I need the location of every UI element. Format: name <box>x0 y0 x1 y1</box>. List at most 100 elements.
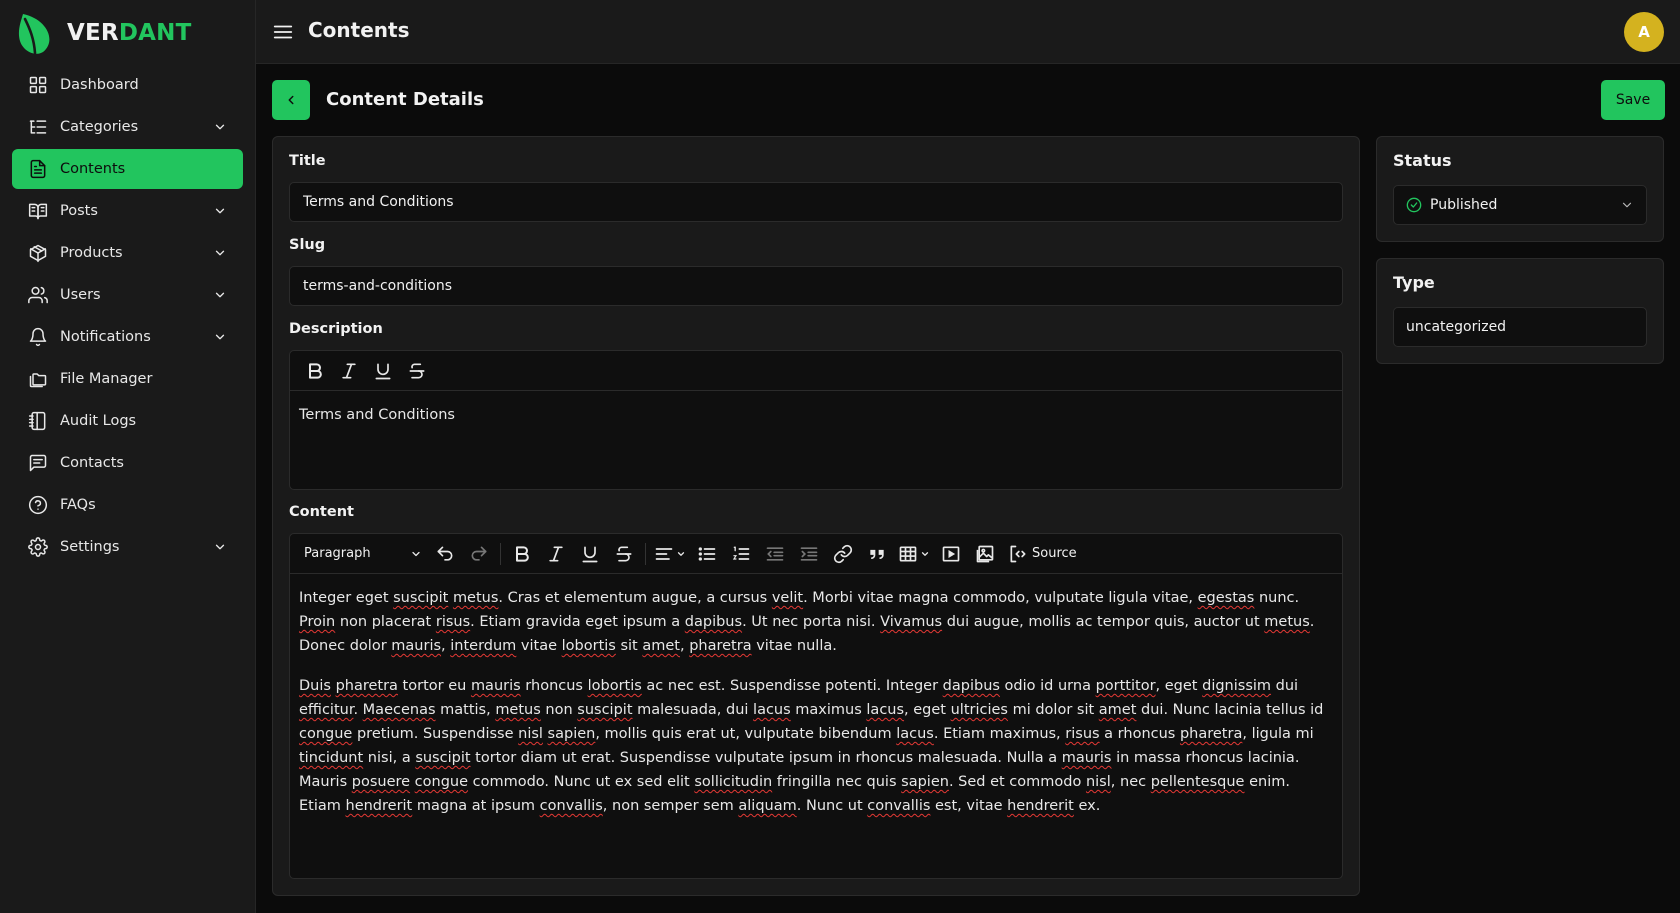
underline-button[interactable] <box>573 537 607 571</box>
content-text[interactable]: Integer eget suscipit metus. Cras et ele… <box>290 574 1342 846</box>
sidebar-item-label: Audit Logs <box>60 413 137 429</box>
align-left-icon <box>655 547 673 560</box>
back-button[interactable] <box>272 80 310 120</box>
undo-button[interactable] <box>428 537 462 571</box>
avatar[interactable]: A <box>1624 12 1664 52</box>
book-open-icon <box>28 203 48 220</box>
sidebar-item-label: Categories <box>60 119 139 135</box>
menu-icon[interactable] <box>272 21 294 43</box>
sidebar-item-categories[interactable]: Categories <box>12 107 243 147</box>
content-form-card: Title Slug Description Terms and Conditi… <box>272 136 1360 896</box>
indent-button[interactable] <box>792 537 826 571</box>
numbered-list-button[interactable] <box>724 537 758 571</box>
strikethrough-button[interactable] <box>400 354 434 388</box>
type-label: Type <box>1393 273 1435 292</box>
sidebar-item-label: Products <box>60 245 123 261</box>
insert-image-button[interactable] <box>968 537 1002 571</box>
bulleted-list-button[interactable] <box>690 537 724 571</box>
outdent-button[interactable] <box>758 537 792 571</box>
gear-icon <box>28 537 48 557</box>
sidebar-item-faqs[interactable]: FAQs <box>12 485 243 525</box>
file-text-icon <box>30 159 46 179</box>
align-dropdown[interactable] <box>650 544 690 564</box>
video-icon <box>942 546 960 561</box>
description-label: Description <box>289 321 383 337</box>
sidebar: VERDANT Dashboard Categories Contents Posts… <box>0 0 256 913</box>
table-dropdown[interactable] <box>894 544 934 564</box>
sidebar-item-label: FAQs <box>60 497 96 513</box>
content-toolbar: Paragraph Source <box>290 534 1342 574</box>
strikethrough-button[interactable] <box>607 537 641 571</box>
save-button[interactable]: Save <box>1601 80 1665 120</box>
sidebar-item-posts[interactable]: Posts <box>12 191 243 231</box>
italic-icon <box>549 546 563 561</box>
description-text[interactable]: Terms and Conditions <box>290 391 1342 439</box>
media-embed-button[interactable] <box>934 537 968 571</box>
type-card: Type <box>1376 258 1664 364</box>
paragraph-style-dropdown[interactable]: Paragraph <box>298 539 428 569</box>
chevron-down-icon <box>215 208 225 214</box>
sidebar-item-contacts[interactable]: Contacts <box>12 443 243 483</box>
link-button[interactable] <box>826 537 860 571</box>
sidebar-item-notifications[interactable]: Notifications <box>12 317 243 357</box>
sidebar-item-label: File Manager <box>60 371 153 387</box>
title-input[interactable] <box>289 182 1343 222</box>
sidebar-item-settings[interactable]: Settings <box>12 527 243 567</box>
sidebar-nav: Dashboard Categories Contents Posts Products… <box>12 65 243 569</box>
source-code-icon <box>1010 545 1026 562</box>
chevron-down-icon <box>921 551 929 556</box>
sidebar-item-file-manager[interactable]: File Manager <box>12 359 243 399</box>
help-circle-icon <box>28 495 48 515</box>
top-bar: Contents A <box>256 0 1680 64</box>
italic-button[interactable] <box>539 537 573 571</box>
sidebar-item-contents[interactable]: Contents <box>12 149 243 189</box>
section-title: Content Details <box>326 89 484 110</box>
content-label: Content <box>289 504 354 520</box>
leaf-icon <box>18 14 50 55</box>
content-editor: Paragraph Source Integer eget suscipit m… <box>289 533 1343 879</box>
status-label: Status <box>1393 151 1452 170</box>
italic-button[interactable] <box>332 354 366 388</box>
chevron-down-icon <box>412 551 420 556</box>
link-icon <box>833 544 853 563</box>
paragraph-style-label: Paragraph <box>304 546 371 561</box>
quote-icon <box>870 549 884 559</box>
sidebar-item-label: Settings <box>60 539 120 555</box>
notebook-icon <box>28 411 46 431</box>
folders-icon <box>29 373 47 388</box>
sidebar-item-products[interactable]: Products <box>12 233 243 273</box>
slug-input[interactable] <box>289 266 1343 306</box>
strikethrough-icon <box>409 363 425 378</box>
blockquote-button[interactable] <box>860 537 894 571</box>
type-input[interactable] <box>1393 307 1647 347</box>
sidebar-item-audit-logs[interactable]: Audit Logs <box>12 401 243 441</box>
source-button[interactable]: Source <box>1002 544 1083 564</box>
bulleted-list-icon <box>698 546 716 561</box>
brand-logo[interactable]: VERDANT <box>17 12 191 55</box>
bold-icon <box>309 362 322 379</box>
sidebar-item-label: Contacts <box>60 455 124 471</box>
sidebar-item-dashboard[interactable]: Dashboard <box>12 65 243 105</box>
chevron-down-icon <box>215 544 225 550</box>
sidebar-item-label: Users <box>60 287 101 303</box>
sidebar-item-label: Dashboard <box>60 77 139 93</box>
package-icon <box>29 244 47 263</box>
table-icon <box>899 546 917 561</box>
outdent-icon <box>766 546 784 561</box>
redo-button[interactable] <box>462 537 496 571</box>
sidebar-item-label: Notifications <box>60 329 151 345</box>
bold-button[interactable] <box>505 537 539 571</box>
numbered-list-icon <box>732 546 750 560</box>
underline-button[interactable] <box>366 354 400 388</box>
status-select[interactable]: Published <box>1393 185 1647 225</box>
check-circle-icon <box>1406 197 1422 213</box>
chevron-down-icon <box>215 250 225 256</box>
slug-label: Slug <box>289 237 326 253</box>
title-label: Title <box>289 153 326 169</box>
bold-button[interactable] <box>298 354 332 388</box>
content-paragraph: Duis pharetra tortor eu mauris rhoncus l… <box>299 678 1324 814</box>
sidebar-item-users[interactable]: Users <box>12 275 243 315</box>
bell-icon <box>29 327 47 347</box>
sidebar-item-label: Posts <box>60 203 98 219</box>
image-icon <box>976 545 994 562</box>
